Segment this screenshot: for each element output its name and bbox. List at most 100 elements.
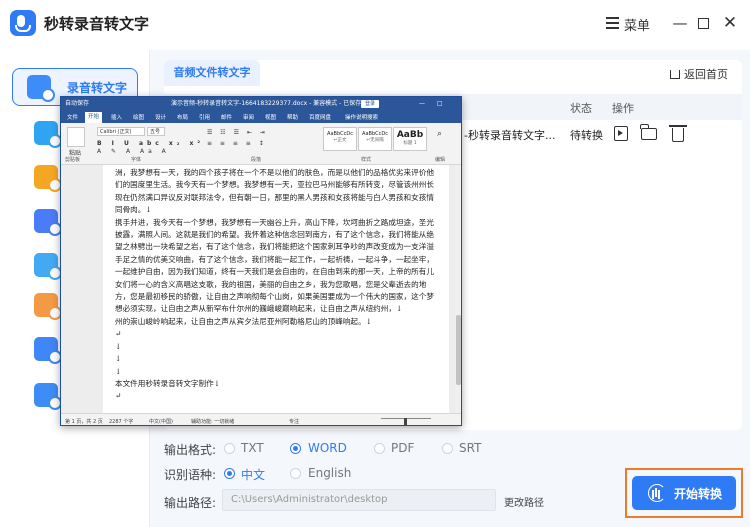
format-pdf-label[interactable]: PDF <box>391 441 414 455</box>
start-convert-label: 开始转换 <box>674 487 723 501</box>
app-logo-icon <box>10 10 36 36</box>
start-convert-button[interactable]: 开始转换 <box>632 476 736 510</box>
open-folder-icon[interactable] <box>640 124 657 140</box>
column-header-operation: 操作 <box>612 102 634 115</box>
delete-trash-icon[interactable] <box>669 125 687 142</box>
word-menu-insert[interactable]: 插入 <box>111 113 122 121</box>
document-paragraph: ↓ <box>115 366 122 376</box>
menu-icon[interactable] <box>606 17 619 29</box>
word-document-window[interactable]: 自动保存 演示音频-秒转录音转文字-1664183229377.docx - 兼… <box>60 96 462 426</box>
autosave-toggle[interactable]: 自动保存 <box>65 97 89 111</box>
word-menu-help[interactable]: 帮助 <box>287 113 298 121</box>
font-size-select[interactable]: 五号 <box>147 127 165 136</box>
word-status-bar: 第 1 页，共 2 页 2287 个字 中文(中国) 辅助功能: 一切就绪 专注 <box>61 413 461 425</box>
word-login-button[interactable]: 登录 <box>361 100 380 108</box>
home-link[interactable]: 返回首页 <box>670 66 728 82</box>
file-name: -秒转录音转文字... <box>464 129 556 142</box>
word-scrollbar[interactable] <box>455 165 461 413</box>
word-ribbon: 粘贴 剪贴板 Calibri (正文) 五号 B I U abc x₂ x² A… <box>61 123 461 165</box>
close-button[interactable]: ✕ <box>720 12 740 34</box>
word-menu-review[interactable]: 审阅 <box>243 113 254 121</box>
lang-english-label[interactable]: English <box>308 466 351 480</box>
word-menu-home[interactable]: 开始 <box>85 112 103 123</box>
document-paragraph: 携手并进，我今天有一个梦想，我梦想有一天幽谷上升，高山下降，坎坷曲折之路成坦途，… <box>115 217 434 314</box>
tab-audio-file-to-text[interactable]: 音频文件转文字 <box>164 60 260 86</box>
radio-format-txt[interactable] <box>224 443 235 454</box>
word-title-bar: 自动保存 演示音频-秒转录音转文字-1664183229377.docx - 兼… <box>61 97 461 121</box>
style-no-spacing[interactable]: AaBbCcDc ↵无间隔 <box>358 127 392 151</box>
word-menu-design[interactable]: 设计 <box>155 113 166 121</box>
audio-recording-icon <box>34 253 62 280</box>
document-paragraph: ↵ <box>115 329 122 339</box>
find-icon[interactable]: ⌕ <box>437 129 442 139</box>
column-header-status: 状态 <box>570 102 592 115</box>
radio-format-pdf[interactable] <box>374 443 385 454</box>
word-menu-draw[interactable]: 绘图 <box>133 113 144 121</box>
styles-group-label: 样式 <box>361 157 372 163</box>
radio-lang-english[interactable] <box>290 468 301 479</box>
language-status: 中文(中国) <box>149 419 173 425</box>
font-group-label: 字体 <box>131 157 142 163</box>
document-paragraph: 州的崇山峻岭响起来，让自由之声从宾夕法尼亚州阿勒格尼山的顶峰响起。↓ <box>115 316 372 326</box>
word-menu-mailings[interactable]: 邮件 <box>221 113 232 121</box>
home-link-label: 返回首页 <box>684 68 728 81</box>
word-menu-references[interactable]: 引用 <box>199 113 210 121</box>
format-word-label[interactable]: WORD <box>308 441 347 455</box>
page-count: 第 1 页，共 2 页 <box>65 419 103 425</box>
accessibility-status: 辅助功能: 一切就绪 <box>191 419 235 425</box>
radio-format-srt[interactable] <box>442 443 453 454</box>
word-page[interactable]: 洲，我梦想有一天，我的四个孩子将在一个不是以他们的肤色，而是以他们的品格优劣来评… <box>103 165 449 413</box>
word-menu-view[interactable]: 视图 <box>265 113 276 121</box>
radio-lang-chinese[interactable] <box>224 468 235 479</box>
word-document-text: 洲，我梦想有一天，我的四个孩子将在一个不是以他们的肤色，而是以他们的品格优劣来评… <box>115 167 437 403</box>
image-to-text-icon <box>34 121 62 148</box>
format-txt-label[interactable]: TXT <box>241 441 264 455</box>
recognition-language-label: 识别语种: <box>164 468 217 482</box>
paragraph-align-buttons[interactable]: ≡ ≡ ≡ ≡ ↕ <box>207 140 267 147</box>
text-to-speech-icon <box>34 165 62 192</box>
clipboard-group-label: 剪贴板 <box>65 157 81 163</box>
word-canvas: 洲，我梦想有一天，我的四个孩子将在一个不是以他们的肤色，而是以他们的品格优劣来评… <box>61 165 461 413</box>
change-path-button[interactable]: 更改路径 <box>504 494 544 509</box>
paste-icon[interactable] <box>67 127 85 147</box>
word-menu-layout[interactable]: 布局 <box>177 113 188 121</box>
style-name: 标题 1 <box>403 141 417 146</box>
play-document-icon[interactable] <box>614 126 628 141</box>
word-menu-search[interactable]: 操作说明搜索 <box>345 113 378 121</box>
style-name: ↵正文 <box>333 138 347 143</box>
sidebar-item-label: 录音转文字 <box>67 81 128 95</box>
audio-to-text-icon <box>27 75 55 102</box>
maximize-icon <box>698 18 709 29</box>
minimize-button[interactable]: — <box>670 12 690 34</box>
font-name-select[interactable]: Calibri (正文) <box>97 127 145 136</box>
zoom-slider-thumb[interactable] <box>404 418 407 425</box>
document-paragraph: ↓ <box>115 341 122 351</box>
style-normal[interactable]: AaBbCcDc ↵正文 <box>323 127 357 151</box>
paragraph-group-label: 段落 <box>251 157 262 163</box>
convert-icon <box>648 484 666 502</box>
lang-chinese-label[interactable]: 中文 <box>241 466 265 483</box>
home-icon <box>670 70 680 79</box>
document-paragraph: ↓ <box>115 354 122 364</box>
font-color-buttons[interactable]: A ✎ A Aa A <box>97 148 170 155</box>
paragraph-list-buttons[interactable]: ☰ ☷ ☰ ⇤ ⇥ <box>207 129 268 136</box>
style-heading-1[interactable]: AaBb 标题 1 <box>393 127 427 151</box>
radio-format-word[interactable] <box>290 443 301 454</box>
word-menu-file[interactable]: 文件 <box>67 113 78 121</box>
file-status: 待转换 <box>570 129 603 142</box>
format-srt-label[interactable]: SRT <box>459 441 481 455</box>
style-name: ↵无间隔 <box>366 138 384 143</box>
title-bar: 秒转录音转文字 菜单 — ✕ <box>0 0 750 50</box>
document-paragraph: 洲，我梦想有一天，我的四个孩子将在一个不是以他们的肤色，而是以他们的品格优劣来评… <box>115 168 434 215</box>
output-path-input[interactable]: C:\Users\Administrator\desktop <box>222 489 496 511</box>
document-paragraph: ↵ <box>115 391 122 401</box>
maximize-button[interactable] <box>694 12 714 34</box>
word-menu-bar: 文件 开始 插入 绘图 设计 布局 引用 邮件 审阅 视图 帮助 百度网盘 操作… <box>61 111 461 123</box>
menu-button[interactable]: 菜单 <box>624 15 650 34</box>
word-menu-baidu-netdisk[interactable]: 百度网盘 <box>309 113 331 121</box>
app-title: 秒转录音转文字 <box>44 15 150 33</box>
style-sample: AaBb <box>396 130 424 140</box>
focus-mode[interactable]: 专注 <box>289 418 299 425</box>
font-format-buttons[interactable]: B I U abc x₂ x² <box>97 140 204 147</box>
word-document-title: 演示音频-秒转录音转文字-1664183229377.docx - 兼容模式 -… <box>171 100 367 107</box>
